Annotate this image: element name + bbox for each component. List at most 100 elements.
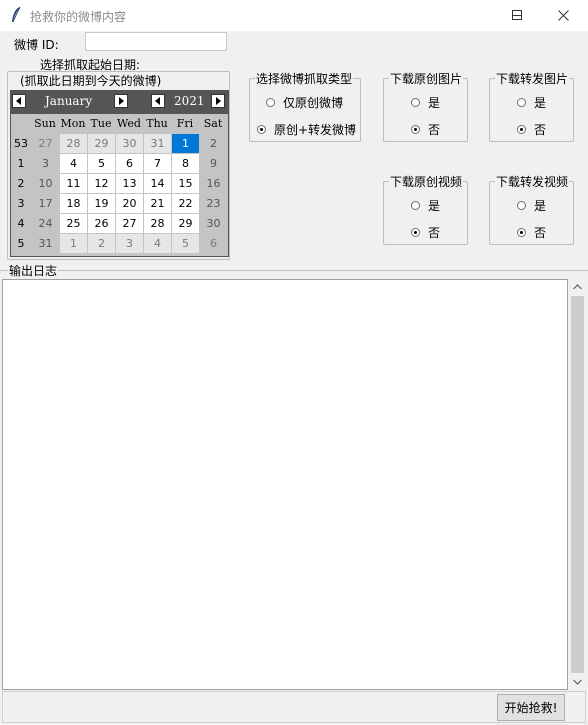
radio-label: 是	[534, 96, 547, 110]
calendar-day[interactable]: 9	[200, 154, 227, 173]
calendar-day[interactable]: 29	[172, 214, 199, 233]
calendar-day[interactable]: 6	[116, 154, 143, 173]
radio-circle	[517, 125, 526, 134]
radio-circle	[257, 125, 266, 134]
close-button[interactable]	[540, 0, 586, 31]
start-rescue-button[interactable]: 开始抢救!	[497, 694, 565, 721]
radio-circle	[517, 201, 526, 210]
next-month-button[interactable]	[114, 94, 128, 108]
weekday-header: Sat	[203, 117, 223, 130]
repost-videos-yes-radio[interactable]: 是	[517, 197, 546, 214]
left-arrow-icon	[155, 97, 160, 105]
radio-circle	[266, 98, 275, 107]
scroll-thumb[interactable]	[571, 296, 584, 673]
radio-label: 仅原创微博	[283, 96, 344, 110]
repost-images-no-radio[interactable]: 否	[517, 121, 546, 138]
calendar-day[interactable]: 15	[172, 174, 199, 193]
download-original-videos-legend: 下载原创视频	[389, 173, 464, 190]
calendar-day[interactable]: 20	[116, 194, 143, 213]
original-videos-no-radio[interactable]: 否	[411, 224, 440, 241]
calendar-day[interactable]: 14	[144, 174, 171, 193]
original-images-no-radio[interactable]: 否	[411, 121, 440, 138]
radio-label: 是	[428, 96, 441, 110]
weibo-id-input[interactable]	[85, 32, 227, 51]
calendar-day[interactable]: 19	[88, 194, 115, 213]
scroll-down-icon	[573, 679, 582, 685]
weekday-header: Tue	[90, 117, 112, 130]
radio-label: 否	[534, 123, 547, 137]
prev-year-button[interactable]	[151, 94, 165, 108]
calendar-day[interactable]: 24	[32, 214, 59, 233]
radio-original-only[interactable]: 仅原创微博	[266, 94, 343, 111]
weekday-header: Thu	[146, 117, 168, 130]
maximize-icon	[512, 10, 522, 20]
calendar-day[interactable]: 5	[88, 154, 115, 173]
calendar-day[interactable]: 4	[144, 234, 171, 253]
download-repost-images-legend: 下载转发图片	[495, 70, 570, 87]
calendar-day[interactable]: 22	[172, 194, 199, 213]
calendar-day[interactable]: 4	[60, 154, 87, 173]
window-title: 抢救你的微博内容	[30, 10, 127, 24]
original-videos-yes-radio[interactable]: 是	[411, 197, 440, 214]
calendar-day[interactable]: 27	[116, 214, 143, 233]
month-label: January	[45, 94, 93, 108]
calendar-day[interactable]: 10	[32, 174, 59, 193]
calendar-day[interactable]: 18	[60, 194, 87, 213]
maximize-button[interactable]	[494, 0, 540, 31]
log-legend: 输出日志	[8, 262, 59, 279]
week-number: 53	[14, 137, 28, 150]
calendar-day[interactable]: 12	[88, 174, 115, 193]
calendar-day[interactable]: 30	[116, 134, 143, 153]
calendar-day[interactable]: 3	[116, 234, 143, 253]
calendar-day[interactable]: 26	[88, 214, 115, 233]
calendar-day[interactable]: 25	[60, 214, 87, 233]
radio-original-and-repost[interactable]: 原创+转发微博	[257, 121, 356, 138]
weekday-header: Sun	[34, 117, 56, 130]
week-number: 2	[17, 177, 25, 190]
weibo-id-label: 微博 ID:	[14, 38, 59, 52]
download-repost-videos-legend: 下载转发视频	[495, 173, 570, 190]
calendar-day[interactable]: 1	[60, 234, 87, 253]
calendar-day[interactable]: 7	[144, 154, 171, 173]
radio-circle	[411, 228, 420, 237]
calendar-day[interactable]: 29	[88, 134, 115, 153]
radio-circle	[411, 98, 420, 107]
calendar-day[interactable]: 3	[32, 154, 59, 173]
calendar-day[interactable]: 8	[172, 154, 199, 173]
calendar-day-selected[interactable]: 1	[172, 134, 199, 153]
calendar-day[interactable]: 11	[60, 174, 87, 193]
calendar-day[interactable]: 31	[32, 234, 59, 253]
calendar-day[interactable]: 31	[144, 134, 171, 153]
calendar-day[interactable]: 17	[32, 194, 59, 213]
calendar-day[interactable]: 23	[200, 194, 227, 213]
log-textarea[interactable]	[2, 279, 568, 690]
calendar-day[interactable]: 21	[144, 194, 171, 213]
download-original-images-legend: 下载原创图片	[389, 70, 464, 87]
prev-month-button[interactable]	[12, 94, 26, 108]
original-images-yes-radio[interactable]: 是	[411, 94, 440, 111]
calendar-day[interactable]: 28	[60, 134, 87, 153]
calendar-day[interactable]: 13	[116, 174, 143, 193]
calendar-day[interactable]: 30	[200, 214, 227, 233]
close-icon	[558, 10, 569, 21]
calendar-day[interactable]: 2	[88, 234, 115, 253]
calendar-day[interactable]: 28	[144, 214, 171, 233]
crawl-type-legend: 选择微博抓取类型	[255, 70, 354, 87]
week-number: 5	[17, 237, 25, 250]
right-arrow-icon	[119, 97, 124, 105]
start-date-hint: (抓取此日期到今天的微博)	[18, 72, 164, 89]
calendar-day[interactable]: 5	[172, 234, 199, 253]
repost-videos-no-radio[interactable]: 否	[517, 224, 546, 241]
calendar-header: January 2021	[10, 90, 229, 113]
calendar-day[interactable]: 27	[32, 134, 59, 153]
calendar-day[interactable]: 2	[200, 134, 227, 153]
radio-circle	[517, 228, 526, 237]
calendar-day[interactable]: 16	[200, 174, 227, 193]
radio-label: 否	[428, 123, 441, 137]
calendar-day[interactable]: 6	[200, 234, 227, 253]
log-group-border	[0, 270, 588, 271]
week-number: 4	[17, 217, 25, 230]
next-year-button[interactable]	[211, 94, 225, 108]
repost-images-yes-radio[interactable]: 是	[517, 94, 546, 111]
radio-label: 是	[534, 199, 547, 213]
